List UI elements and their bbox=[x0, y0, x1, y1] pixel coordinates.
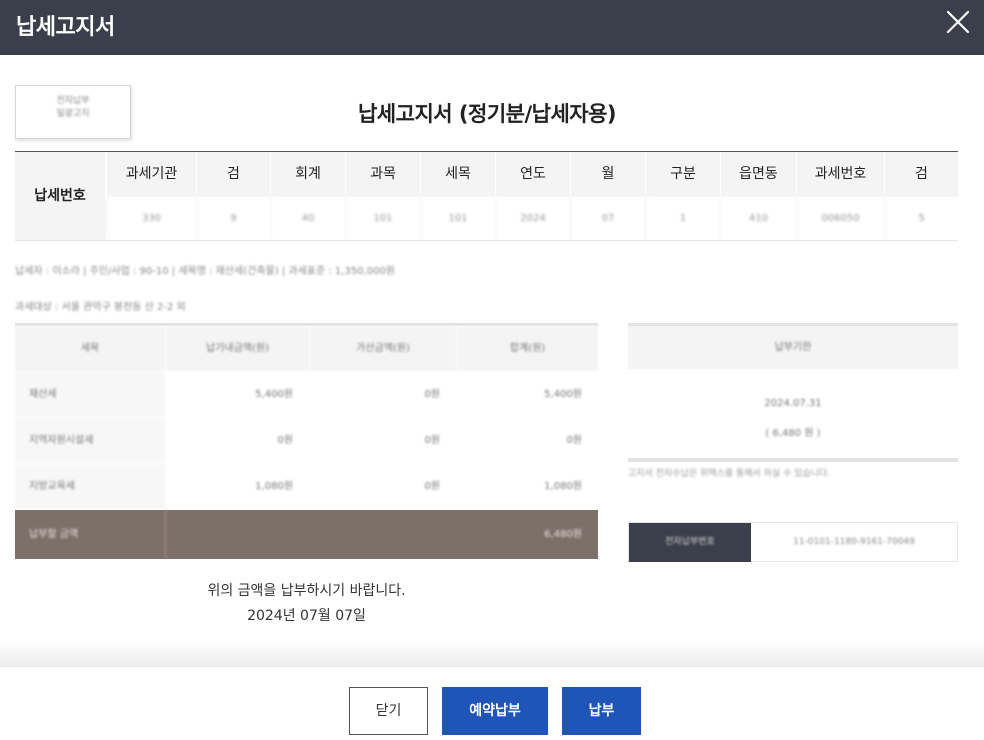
header-extra-amount: 가산금액(원) bbox=[310, 326, 456, 371]
payment-note: 고지서 전자수납은 위택스를 통해서 하실 수 있습니다. bbox=[628, 469, 831, 479]
side-divider bbox=[628, 458, 958, 462]
tax-number-header: 검 bbox=[884, 152, 958, 197]
header-due-amount: 납기내금액(원) bbox=[166, 326, 309, 371]
dialog-title: 납세고지서 bbox=[16, 15, 115, 40]
tax-number-header: 연도 bbox=[495, 152, 570, 197]
tax-object-info: 과세대상 : 서울 관악구 봉천동 산 2-2 외 bbox=[15, 302, 186, 313]
tax-number-header: 세목 bbox=[420, 152, 495, 197]
stamp-line-1: 전자납부 bbox=[56, 96, 90, 106]
due-date-header-label: 납부기한 bbox=[774, 342, 812, 353]
tax-number-value: 07 bbox=[570, 197, 645, 240]
total-label: 납부할 금액 bbox=[15, 510, 166, 559]
table-row: 재산세 5,400원 0원 5,400원 bbox=[15, 372, 598, 417]
due-date: 2024.07.31 bbox=[764, 398, 822, 409]
row-due: 1,080원 bbox=[255, 481, 293, 492]
close-icon[interactable] bbox=[942, 6, 974, 38]
payment-number-value: 11-0101-1180-9161-70049 bbox=[751, 523, 957, 562]
document-title: 납세고지서 (정기분/납세자용) bbox=[357, 102, 617, 126]
tax-number-value: 410 bbox=[720, 197, 796, 240]
electronic-payment-stamp: 전자납부 일괄고지 bbox=[15, 85, 131, 139]
total-row: 납부할 금액 6,480원 bbox=[15, 510, 598, 559]
row-total: 0원 bbox=[566, 435, 582, 446]
payment-number-label: 전자납부번호 bbox=[629, 523, 751, 562]
tax-number-value: 330 bbox=[106, 197, 196, 240]
row-total: 1,080원 bbox=[544, 481, 582, 492]
amount-table: 세목 납기내금액(원) 가산금액(원) 합계(원) 재산세 5,400원 0원 … bbox=[15, 323, 598, 559]
header-tax-item: 세목 bbox=[15, 326, 165, 371]
row-extra: 0원 bbox=[424, 389, 440, 400]
due-date-header: 납부기한 bbox=[628, 323, 958, 369]
close-button[interactable]: 닫기 bbox=[349, 687, 428, 735]
header-total-amount: 합계(원) bbox=[457, 326, 598, 371]
total-value: 6,480원 bbox=[544, 529, 582, 540]
table-row: 지역자원시설세 0원 0원 0원 bbox=[15, 418, 598, 463]
tax-number-value: 006050 bbox=[796, 197, 884, 240]
row-tax-name: 지역자원시설세 bbox=[15, 418, 165, 463]
payment-number-label-text: 전자납부번호 bbox=[665, 537, 715, 547]
tax-number-header: 과세번호 bbox=[796, 152, 884, 197]
amount-table-header: 세목 납기내금액(원) 가산금액(원) 합계(원) bbox=[15, 326, 598, 371]
tax-number-header: 검 bbox=[196, 152, 270, 197]
tax-number-header: 회계 bbox=[270, 152, 345, 197]
row-tax-name: 지방교육세 bbox=[15, 464, 165, 509]
tax-number-value: 1 bbox=[645, 197, 720, 240]
row-due: 0원 bbox=[277, 435, 293, 446]
tax-number-header: 과목 bbox=[345, 152, 420, 197]
row-total: 5,400원 bbox=[544, 389, 582, 400]
tax-number-value: 101 bbox=[420, 197, 495, 240]
row-extra: 0원 bbox=[424, 481, 440, 492]
tax-number-header: 과세기관 bbox=[106, 152, 196, 197]
tax-number-header: 읍면동 bbox=[720, 152, 796, 197]
tax-number-divider bbox=[15, 240, 958, 241]
row-due: 5,400원 bbox=[255, 389, 293, 400]
row-tax-name: 재산세 bbox=[15, 372, 165, 417]
tax-number-value: 5 bbox=[884, 197, 958, 240]
electronic-payment-number: 전자납부번호 11-0101-1180-9161-70049 bbox=[628, 522, 958, 562]
tax-number-value: 40 bbox=[270, 197, 345, 240]
tax-number-label: 납세번호 bbox=[15, 152, 105, 240]
tax-number-value: 9 bbox=[196, 197, 270, 240]
row-extra: 0원 bbox=[424, 435, 440, 446]
tax-number-header: 월 bbox=[570, 152, 645, 197]
payment-request-message: 위의 금액을 납부하시기 바랍니다. bbox=[207, 583, 406, 599]
tax-number-header: 구분 bbox=[645, 152, 720, 197]
payment-number-value-text: 11-0101-1180-9161-70049 bbox=[793, 537, 915, 547]
pay-button[interactable]: 납부 bbox=[562, 687, 641, 735]
taxpayer-info: 납세자 : 이소라 | 주민/사업 : 90-10 | 세목명 : 재산세(건축… bbox=[15, 266, 396, 277]
dialog-titlebar: 납세고지서 bbox=[0, 0, 984, 55]
due-amount: ( 6,480 원 ) bbox=[765, 428, 821, 439]
tax-number-value: 101 bbox=[345, 197, 420, 240]
stamp-line-2: 일괄고지 bbox=[56, 109, 90, 119]
tax-number-value: 2024 bbox=[495, 197, 570, 240]
footer-shadow bbox=[0, 640, 984, 668]
notice-date: 2024년 07월 07일 bbox=[247, 608, 366, 624]
reserve-payment-button[interactable]: 예약납부 bbox=[442, 687, 548, 735]
table-row: 지방교육세 1,080원 0원 1,080원 bbox=[15, 464, 598, 509]
